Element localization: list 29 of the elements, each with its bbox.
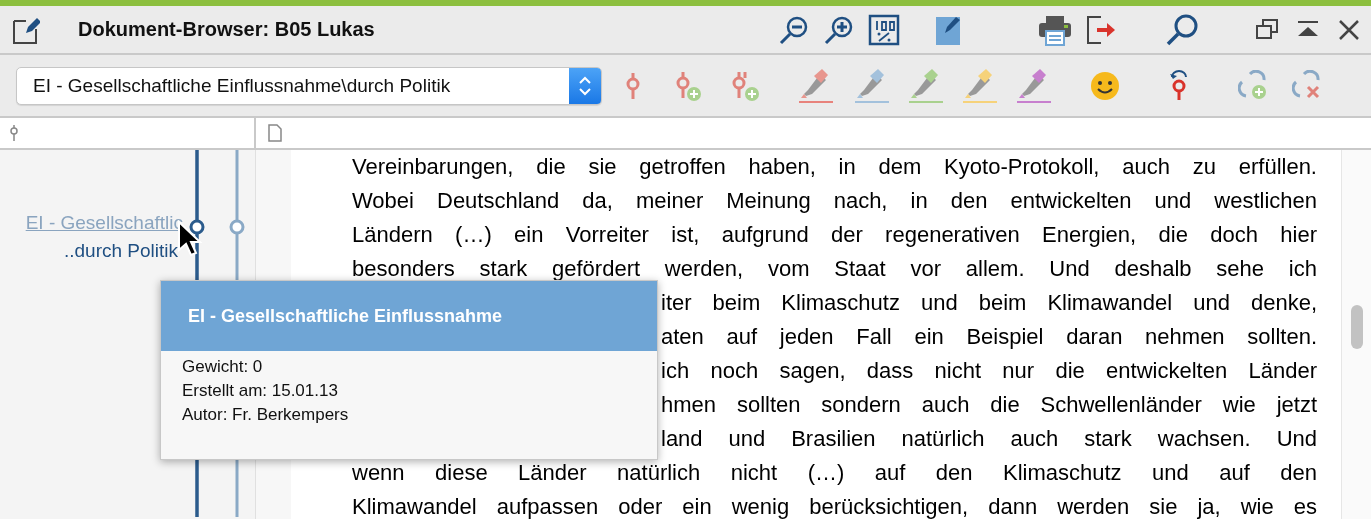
text-line: hmen sollten sondern auch die Schwellenländer wie jetzt (661, 391, 1317, 419)
document-icon[interactable] (268, 124, 282, 142)
code-label: ..durch Politik (63, 240, 178, 262)
tooltip-title: EI - Gesellschaftliche Einflussnahme (188, 305, 503, 327)
tooltip-text: Erstellt am: 15.01.13 (182, 380, 339, 402)
code-dropdown[interactable]: EI - Gesellschaftliche Einflussnahme\durch Politik (16, 66, 602, 105)
code-pin-icon[interactable] (9, 125, 19, 141)
window-title: Dokument-Browser: B05 Lukas (78, 18, 375, 41)
export-icon[interactable] (1085, 13, 1117, 46)
text-line: iter beim Klimaschutz und beim Klimawandel und denke, (661, 289, 1317, 317)
text-line: Ländern (…) ein Vorreiter ist, aufgrund der regenerativen Energien, die doch hier (352, 221, 1317, 249)
scrollbar-thumb[interactable] (1350, 305, 1363, 349)
text-line: Vereinbarungen, die sie getroffen haben, in dem Kyoto-Protokoll, auch zu erfüllen. (352, 153, 1317, 181)
text-line: Wobei Deutschland da, meiner Meinung nach, in den entwickelten und westlichen (352, 187, 1317, 215)
add-codes-icon[interactable] (732, 69, 760, 102)
search-icon[interactable] (1165, 12, 1199, 47)
add-code-icon[interactable] (676, 69, 702, 102)
tooltip-text: Autor: Fr. Berkempers (182, 404, 350, 426)
smiley-icon[interactable] (1090, 70, 1120, 101)
text-line: Klimawandel aufpassen oder ein wenig berücksichtigen, dann werden sie ja, wie es (352, 493, 1317, 519)
text-line: land und Brasilien natürlich auch stark wachsen. Und (661, 425, 1317, 453)
print-icon[interactable] (1038, 13, 1072, 46)
text-line: wenn diese Länder natürlich nicht (…) auf den Klimaschutz und auf den (352, 459, 1317, 487)
text-line: aten auf jeden Fall ein Beispiel daran nehmen sollten. (661, 323, 1317, 351)
text-line: besonders stark gefördert werden, vom Staat vor allem. Und deshalb sehe ich (352, 255, 1317, 283)
undo-code-icon[interactable] (1168, 69, 1190, 102)
zoom-reset-icon[interactable] (868, 13, 900, 46)
text-line: ich noch sagen, dass nicht nur die entwickelten Länder (661, 357, 1317, 385)
tooltip-text: Gewicht: 0 (182, 356, 264, 378)
